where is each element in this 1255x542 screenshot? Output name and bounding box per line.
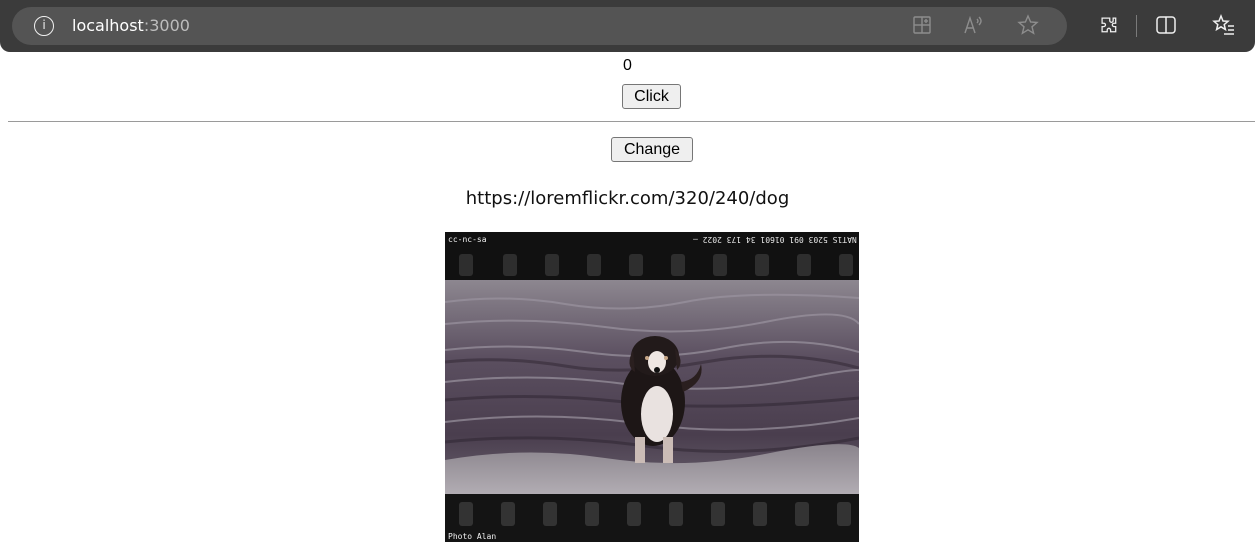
toolbar-separator (1136, 15, 1137, 37)
url-port: :3000 (143, 16, 190, 35)
dog-photo: cc-nc-sa NAT1S 5203 091 01601 34 173 202… (445, 232, 859, 542)
read-aloud-icon[interactable] (961, 13, 985, 37)
browser-toolbar: i localhost:3000 (0, 0, 1255, 52)
click-button[interactable]: Click (622, 84, 681, 109)
address-url[interactable]: localhost:3000 (72, 16, 190, 35)
split-screen-icon[interactable] (1154, 13, 1178, 37)
extensions-icon[interactable] (1097, 13, 1121, 37)
counter-value: 0 (623, 57, 632, 74)
info-icon[interactable]: i (34, 16, 54, 36)
app-grid-icon[interactable] (910, 13, 934, 37)
horizontal-rule (8, 121, 1255, 122)
dog-photo-drawing (445, 232, 859, 542)
favorites-list-icon[interactable] (1212, 13, 1236, 37)
change-button[interactable]: Change (611, 137, 693, 162)
favorite-star-icon[interactable] (1016, 13, 1040, 37)
photo-credit: Photo Alan (448, 532, 497, 541)
film-edge-code: NAT1S 5203 091 01601 34 173 2022 — (693, 235, 857, 244)
license-label: cc-nc-sa (448, 235, 487, 244)
url-host: localhost (72, 16, 144, 35)
address-bar[interactable]: i localhost:3000 (12, 7, 1067, 45)
image-url-text: https://loremflickr.com/320/240/dog (465, 188, 790, 209)
